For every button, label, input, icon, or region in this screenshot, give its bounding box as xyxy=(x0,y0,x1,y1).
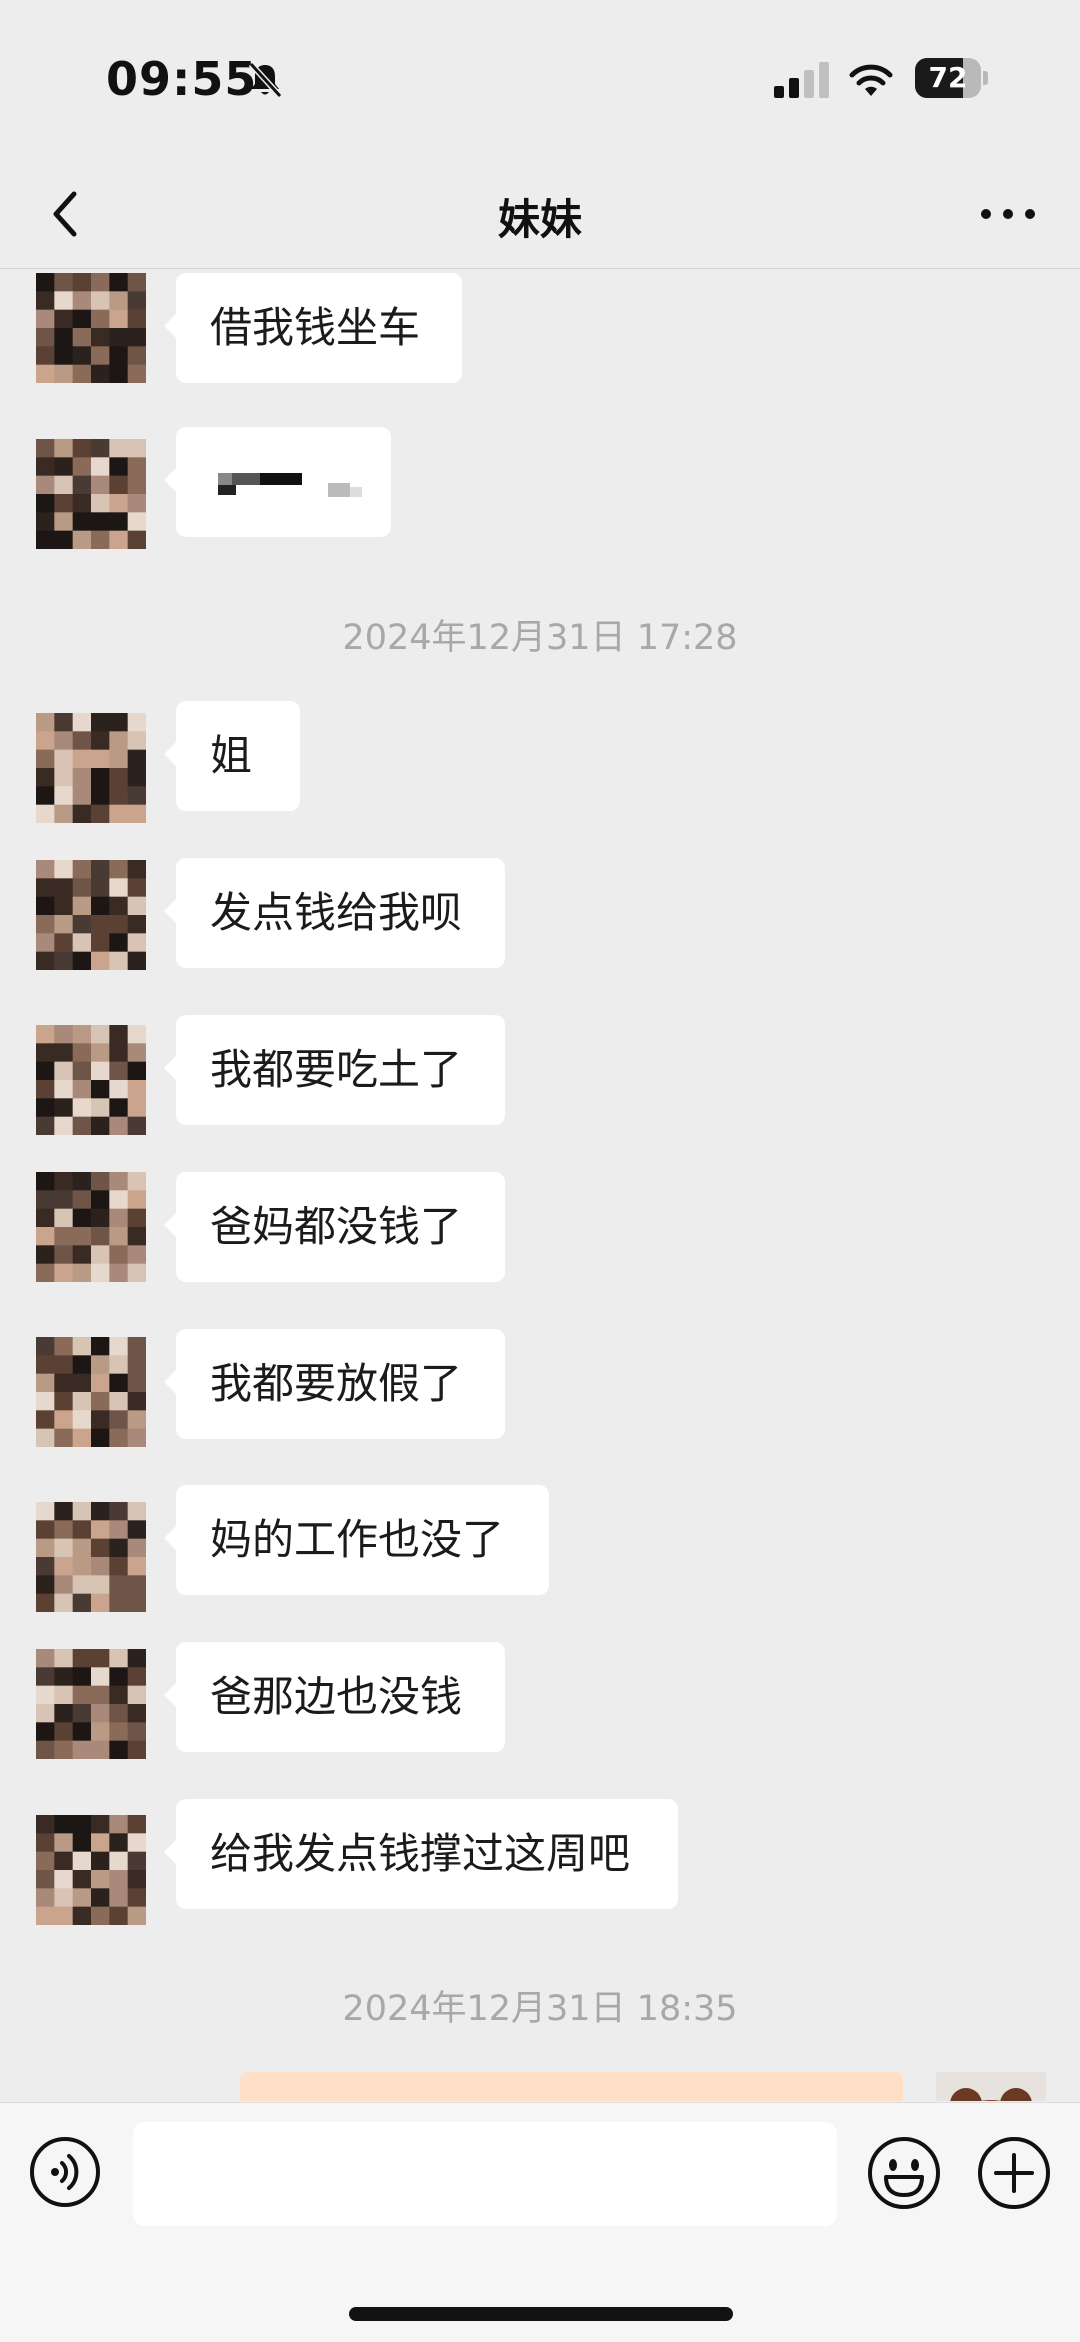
avatar-mosaic xyxy=(36,1337,147,1448)
message-bubble[interactable]: 我都要放假了 xyxy=(164,1329,505,1439)
redacted-content xyxy=(218,473,362,497)
avatar-mosaic xyxy=(36,1025,147,1136)
contact-avatar[interactable] xyxy=(36,439,147,550)
status-bar: 09:55 72 xyxy=(0,0,1080,160)
contact-avatar[interactable] xyxy=(36,273,147,384)
contact-avatar[interactable] xyxy=(36,1502,147,1613)
avatar-mosaic xyxy=(36,1172,147,1283)
timestamp: 2024年12月31日 18:35 xyxy=(342,1989,738,2029)
message-bubble[interactable] xyxy=(164,427,391,537)
contact-avatar[interactable] xyxy=(36,860,147,971)
avatar-mosaic xyxy=(36,1502,147,1613)
message-bubble[interactable]: 我都要吃土了 xyxy=(164,1015,505,1125)
own-avatar[interactable] xyxy=(936,2072,1046,2101)
message-bubble[interactable]: 爸妈都没钱了 xyxy=(164,1172,505,1282)
input-bar xyxy=(0,2102,1080,2342)
battery-level: 72 xyxy=(928,61,968,94)
bell-muted-icon xyxy=(248,61,283,99)
outgoing-message-bubble[interactable] xyxy=(240,2072,903,2101)
signal-icon xyxy=(774,62,829,98)
wifi-icon xyxy=(849,64,893,96)
message-bubble[interactable]: 爸那边也没钱 xyxy=(164,1642,505,1752)
message-bubble[interactable]: 发点钱给我呗 xyxy=(164,858,505,968)
contact-avatar[interactable] xyxy=(36,1815,147,1926)
contact-avatar[interactable] xyxy=(36,1337,147,1448)
emoji-button[interactable] xyxy=(866,2135,942,2211)
back-button[interactable] xyxy=(38,182,98,246)
contact-avatar[interactable] xyxy=(36,1172,147,1283)
battery-icon: 72 xyxy=(915,58,988,100)
message-input[interactable] xyxy=(133,2122,837,2226)
avatar-mosaic xyxy=(36,439,147,550)
voice-input-button[interactable] xyxy=(28,2135,102,2209)
more-options-button[interactable] xyxy=(968,186,1048,242)
avatar-mosaic xyxy=(36,713,147,824)
message-bubble[interactable]: 给我发点钱撑过这周吧 xyxy=(164,1799,678,1909)
message-bubble[interactable]: 姐 xyxy=(164,701,300,811)
message-bubble[interactable]: 借我钱坐车 xyxy=(164,273,462,383)
chat-message-list[interactable]: 借我钱坐车 2024年12月31日 17:28 姐 发点钱给我呗 我都要吃土了 … xyxy=(0,269,1080,2101)
avatar-mosaic xyxy=(36,860,147,971)
chat-title: 妹妹 xyxy=(497,195,582,244)
plus-button[interactable] xyxy=(976,2135,1052,2211)
avatar-mosaic xyxy=(36,1815,147,1926)
message-bubble[interactable]: 妈的工作也没了 xyxy=(164,1485,549,1595)
nav-bar: 妹妹 xyxy=(0,160,1080,269)
avatar-mosaic xyxy=(36,1649,147,1760)
contact-avatar[interactable] xyxy=(36,1649,147,1760)
timestamp: 2024年12月31日 17:28 xyxy=(342,618,738,658)
avatar-mosaic xyxy=(36,273,147,384)
home-indicator[interactable] xyxy=(349,2307,733,2321)
status-time: 09:55 xyxy=(106,52,258,106)
contact-avatar[interactable] xyxy=(36,1025,147,1136)
contact-avatar[interactable] xyxy=(36,713,147,824)
